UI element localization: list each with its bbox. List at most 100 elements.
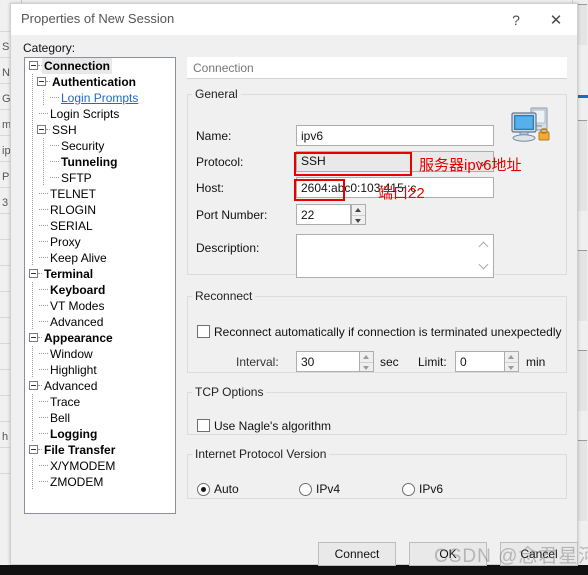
tree-item-label: Bell [50,411,71,425]
chevron-down-icon[interactable] [480,260,488,268]
tree-connector [39,112,48,115]
tree-item-label: Trace [50,395,81,409]
tree-item-label: X/YMODEM [50,459,116,473]
interval-stepper[interactable] [359,351,374,372]
tree-connector [39,416,48,419]
tree-connector [39,304,48,307]
tree-item-trace[interactable]: Trace [25,394,175,410]
limit-stepper-up[interactable] [505,352,518,362]
tree-collapse-icon[interactable] [29,61,38,71]
description-scrollbar[interactable] [476,236,492,276]
ip-version-group: Internet Protocol Version Auto IPv4 IPv6 [187,447,567,499]
tree-item-terminal[interactable]: Terminal [25,266,175,282]
radio-auto[interactable] [197,483,210,496]
tree-item-label: Window [50,347,93,361]
tree-connector [39,240,48,243]
tree-item-advanced[interactable]: Advanced [25,314,175,330]
general-group: General Name: Protocol: SSH Host: Port N… [187,87,567,278]
tree-item-highlight[interactable]: Highlight [25,362,175,378]
tree-item-label: SSH [52,123,77,137]
tree-item-sftp[interactable]: SFTP [25,170,175,186]
radio-auto-label: Auto [214,482,239,496]
nagle-checkbox[interactable] [197,419,210,432]
tree-guide [32,74,33,90]
tree-item-proxy[interactable]: Proxy [25,234,175,250]
port-stepper-up[interactable] [352,205,365,215]
tree-item-keyboard[interactable]: Keyboard [25,282,175,298]
tree-item-login-scripts[interactable]: Login Scripts [25,106,175,122]
port-stepper[interactable] [351,204,366,225]
tree-collapse-icon[interactable] [29,269,38,279]
tree-item-authentication[interactable]: Authentication [25,74,175,90]
limit-stepper-down[interactable] [505,361,518,373]
tree-item-file-transfer[interactable]: File Transfer [25,442,175,458]
host-annotation: 服务器ipv6地址 [419,157,522,174]
ipversion-legend: Internet Protocol Version [195,447,327,461]
chevron-up-icon[interactable] [480,242,488,250]
tree-item-rlogin[interactable]: RLOGIN [25,202,175,218]
tcp-options-group: TCP Options Use Nagle's algorithm [187,385,567,435]
tree-item-vt-modes[interactable]: VT Modes [25,298,175,314]
tree-connector [50,160,59,163]
interval-input[interactable] [296,351,366,372]
tree-item-ssh[interactable]: SSH [25,122,175,138]
tree-item-tunneling[interactable]: Tunneling [25,154,175,170]
tree-item-label: RLOGIN [50,203,97,217]
tree-connector [39,192,48,195]
tree-item-advanced[interactable]: Advanced [25,378,175,394]
tree-connector [39,400,48,403]
port-input[interactable] [296,204,351,225]
caret-down-icon [355,218,361,223]
tree-item-connection[interactable]: Connection [25,58,175,74]
tree-collapse-icon[interactable] [29,381,38,391]
tree-collapse-icon[interactable] [37,77,46,87]
tree-item-window[interactable]: Window [25,346,175,362]
tree-item-label: SFTP [61,171,92,185]
category-tree[interactable]: Connection Authentication Login Prompts Log… [24,57,176,514]
tree-item-label: Keyboard [50,283,106,297]
tree-item-telnet[interactable]: TELNET [25,186,175,202]
tree-item-appearance[interactable]: Appearance [25,330,175,346]
radio-ipv4-label: IPv4 [316,482,341,496]
name-input[interactable] [296,125,494,146]
dialog-titlebar: Properties of New Session ? ✕ [11,4,577,35]
tree-connector [39,352,48,355]
tree-item-x-ymodem[interactable]: X/YMODEM [25,458,175,474]
interval-stepper-up[interactable] [360,352,373,362]
tree-item-zmodem[interactable]: ZMODEM [25,474,175,490]
ok-button[interactable]: OK [409,542,487,566]
tree-item-bell[interactable]: Bell [25,410,175,426]
reconnect-group: Reconnect Reconnect automatically if con… [187,289,567,373]
tree-item-label: Tunneling [61,155,118,169]
tree-guide [32,154,33,170]
help-icon[interactable]: ? [497,4,535,35]
tree-connector [50,144,59,147]
reconnect-auto-checkbox[interactable] [197,325,210,338]
tree-collapse-icon[interactable] [29,445,38,455]
description-textarea[interactable] [296,234,494,278]
tree-item-keep-alive[interactable]: Keep Alive [25,250,175,266]
radio-ipv4[interactable] [299,483,312,496]
port-stepper-down[interactable] [352,214,365,226]
tree-item-label: Terminal [44,267,94,281]
tree-item-label: Appearance [44,331,113,345]
host-label: Host: [196,181,225,195]
tree-item-security[interactable]: Security [25,138,175,154]
tree-item-login-prompts[interactable]: Login Prompts [25,90,175,106]
close-icon[interactable]: ✕ [537,4,575,35]
radio-ipv6-label: IPv6 [419,482,444,496]
connect-button[interactable]: Connect [318,542,396,566]
limit-stepper[interactable] [504,351,519,372]
radio-ipv6[interactable] [402,483,415,496]
tree-connector [39,224,48,227]
cancel-button[interactable]: Cancel [500,542,578,566]
tree-collapse-icon[interactable] [37,125,46,135]
general-legend: General [195,87,238,101]
tree-item-label: SERIAL [50,219,93,233]
tree-collapse-icon[interactable] [29,333,38,343]
name-label: Name: [196,129,232,143]
interval-stepper-down[interactable] [360,361,373,373]
limit-input[interactable] [455,351,511,372]
tree-item-logging[interactable]: Logging [25,426,175,442]
tree-item-serial[interactable]: SERIAL [25,218,175,234]
